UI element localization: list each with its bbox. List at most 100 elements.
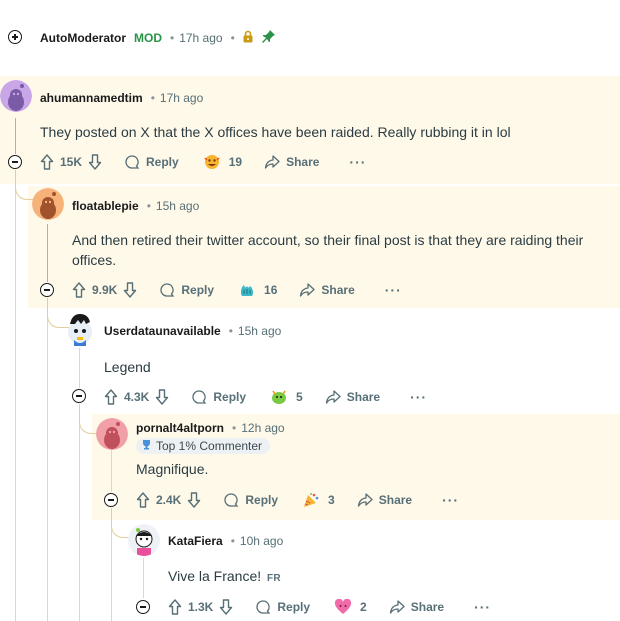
reply-label: Reply — [181, 283, 215, 297]
separator-dot: • — [228, 324, 233, 338]
thread-line-level2[interactable] — [79, 348, 80, 388]
trophy-icon — [141, 439, 152, 453]
more-options-button[interactable]: ··· — [474, 599, 491, 615]
comment-body: Vive la France! FR — [168, 566, 598, 589]
reply-button[interactable]: Reply — [223, 492, 278, 508]
expand-comment-button[interactable] — [8, 30, 22, 44]
reply-button[interactable]: Reply — [191, 389, 246, 405]
upvote-icon[interactable] — [104, 389, 118, 405]
collapse-comment-button[interactable] — [104, 493, 118, 507]
thread-line-level2-lower[interactable] — [79, 404, 80, 621]
separator-dot: • — [146, 199, 151, 213]
reply-button[interactable]: Reply — [255, 599, 310, 615]
comment-actions: 1.3K Reply 2 Share ··· — [168, 595, 491, 619]
reply-label: Reply — [245, 493, 279, 507]
flair-flag: FR — [267, 573, 281, 584]
pin-icon — [261, 29, 276, 46]
award-count: 19 — [228, 155, 243, 169]
share-label: Share — [410, 600, 445, 614]
comment-time: 17h ago — [159, 91, 204, 105]
award-button[interactable]: 5 — [270, 389, 303, 405]
comment-actions: 4.3K Reply 5 Share ··· — [104, 385, 427, 409]
comment-meta: ahumannamedtim • 17h ago — [40, 91, 203, 105]
comment-meta: floatablepie • 15h ago — [72, 199, 199, 213]
downvote-icon[interactable] — [155, 389, 169, 405]
reply-label: Reply — [277, 600, 311, 614]
upvote-icon[interactable] — [136, 492, 150, 508]
award-count: 3 — [328, 493, 335, 507]
award-button[interactable]: 19 — [203, 154, 242, 170]
thread-line-level1-lower[interactable] — [47, 298, 48, 621]
downvote-icon[interactable] — [187, 492, 201, 508]
comment-author[interactable]: pornalt4altporn — [136, 421, 224, 435]
collapse-comment-button[interactable] — [40, 283, 54, 297]
automod-author[interactable]: AutoModerator — [40, 31, 126, 45]
more-options-button[interactable]: ··· — [385, 282, 402, 298]
vote-count: 4.3K — [124, 390, 150, 404]
share-button[interactable]: Share — [299, 282, 355, 298]
reply-button[interactable]: Reply — [124, 154, 179, 170]
share-label: Share — [321, 283, 355, 297]
mod-tag: MOD — [134, 30, 162, 45]
reply-button[interactable]: Reply — [159, 282, 214, 298]
thread-line-level3[interactable] — [111, 450, 112, 492]
avatar[interactable] — [96, 418, 128, 450]
vote-count: 15K — [60, 155, 83, 169]
more-options-button[interactable]: ··· — [410, 389, 427, 405]
automod-meta: AutoModerator MOD • 17h ago • — [40, 29, 276, 46]
collapse-comment-button[interactable] — [136, 600, 150, 614]
reply-label: Reply — [146, 155, 179, 169]
comment-time: 15h ago — [237, 324, 282, 338]
downvote-icon[interactable] — [219, 599, 233, 615]
share-button[interactable]: Share — [325, 389, 380, 405]
lock-icon — [242, 30, 254, 46]
reply-label: Reply — [213, 390, 247, 404]
vote-count: 1.3K — [188, 600, 214, 614]
downvote-icon[interactable] — [88, 154, 102, 170]
collapse-comment-button[interactable] — [72, 389, 86, 403]
avatar[interactable] — [128, 524, 160, 556]
avatar[interactable] — [64, 312, 96, 346]
separator-dot: • — [150, 91, 155, 105]
comment-text: Vive la France! — [168, 568, 262, 584]
comment-meta: Userdataunavailable • 15h ago — [104, 324, 281, 338]
award-button[interactable]: 3 — [302, 492, 335, 508]
avatar[interactable] — [0, 80, 32, 112]
comment-author[interactable]: ahumannamedtim — [40, 91, 143, 105]
vote-count: 2.4K — [156, 493, 182, 507]
upvote-icon[interactable] — [168, 599, 182, 615]
top-commenter-badge: Top 1% Commenter — [136, 438, 271, 454]
comment-actions: 2.4K Reply 3 Share ··· — [136, 488, 459, 512]
avatar[interactable] — [32, 188, 64, 220]
more-options-button[interactable]: ··· — [349, 154, 366, 170]
comment-body: They posted on X that the X offices have… — [40, 124, 511, 140]
more-options-button[interactable]: ··· — [442, 492, 459, 508]
collapse-comment-button[interactable] — [8, 155, 22, 169]
share-label: Share — [286, 155, 320, 169]
comment-author[interactable]: Userdataunavailable — [104, 324, 221, 338]
share-button[interactable]: Share — [357, 492, 412, 508]
downvote-icon[interactable] — [123, 282, 137, 298]
thread-line-level1[interactable] — [47, 224, 48, 282]
share-button[interactable]: Share — [264, 154, 319, 170]
award-count: 16 — [264, 283, 278, 297]
thread-line-level0-lower[interactable] — [15, 170, 16, 621]
separator-dot: • — [170, 30, 175, 45]
share-label: Share — [378, 493, 413, 507]
comment-author[interactable]: floatablepie — [72, 199, 139, 213]
comment-author[interactable]: KataFiera — [168, 534, 223, 548]
thread-line-level0[interactable] — [15, 118, 16, 154]
thread-line-level4[interactable] — [143, 558, 144, 598]
automod-time: 17h ago — [179, 30, 223, 45]
share-label: Share — [346, 390, 381, 404]
comment-body: Magnifique. — [136, 461, 209, 477]
comment-actions: 9.9K Reply 16 Share ··· — [72, 278, 402, 302]
upvote-icon[interactable] — [40, 154, 54, 170]
comment-meta: pornalt4altporn • 12h ago — [136, 421, 285, 435]
share-button[interactable]: Share — [389, 599, 444, 615]
badge-label: Top 1% Commenter — [156, 439, 263, 453]
award-button[interactable]: 16 — [238, 282, 277, 298]
comment-actions: 15K Reply 19 Share ··· — [40, 150, 366, 174]
upvote-icon[interactable] — [72, 282, 86, 298]
award-button[interactable]: 2 — [334, 599, 367, 615]
